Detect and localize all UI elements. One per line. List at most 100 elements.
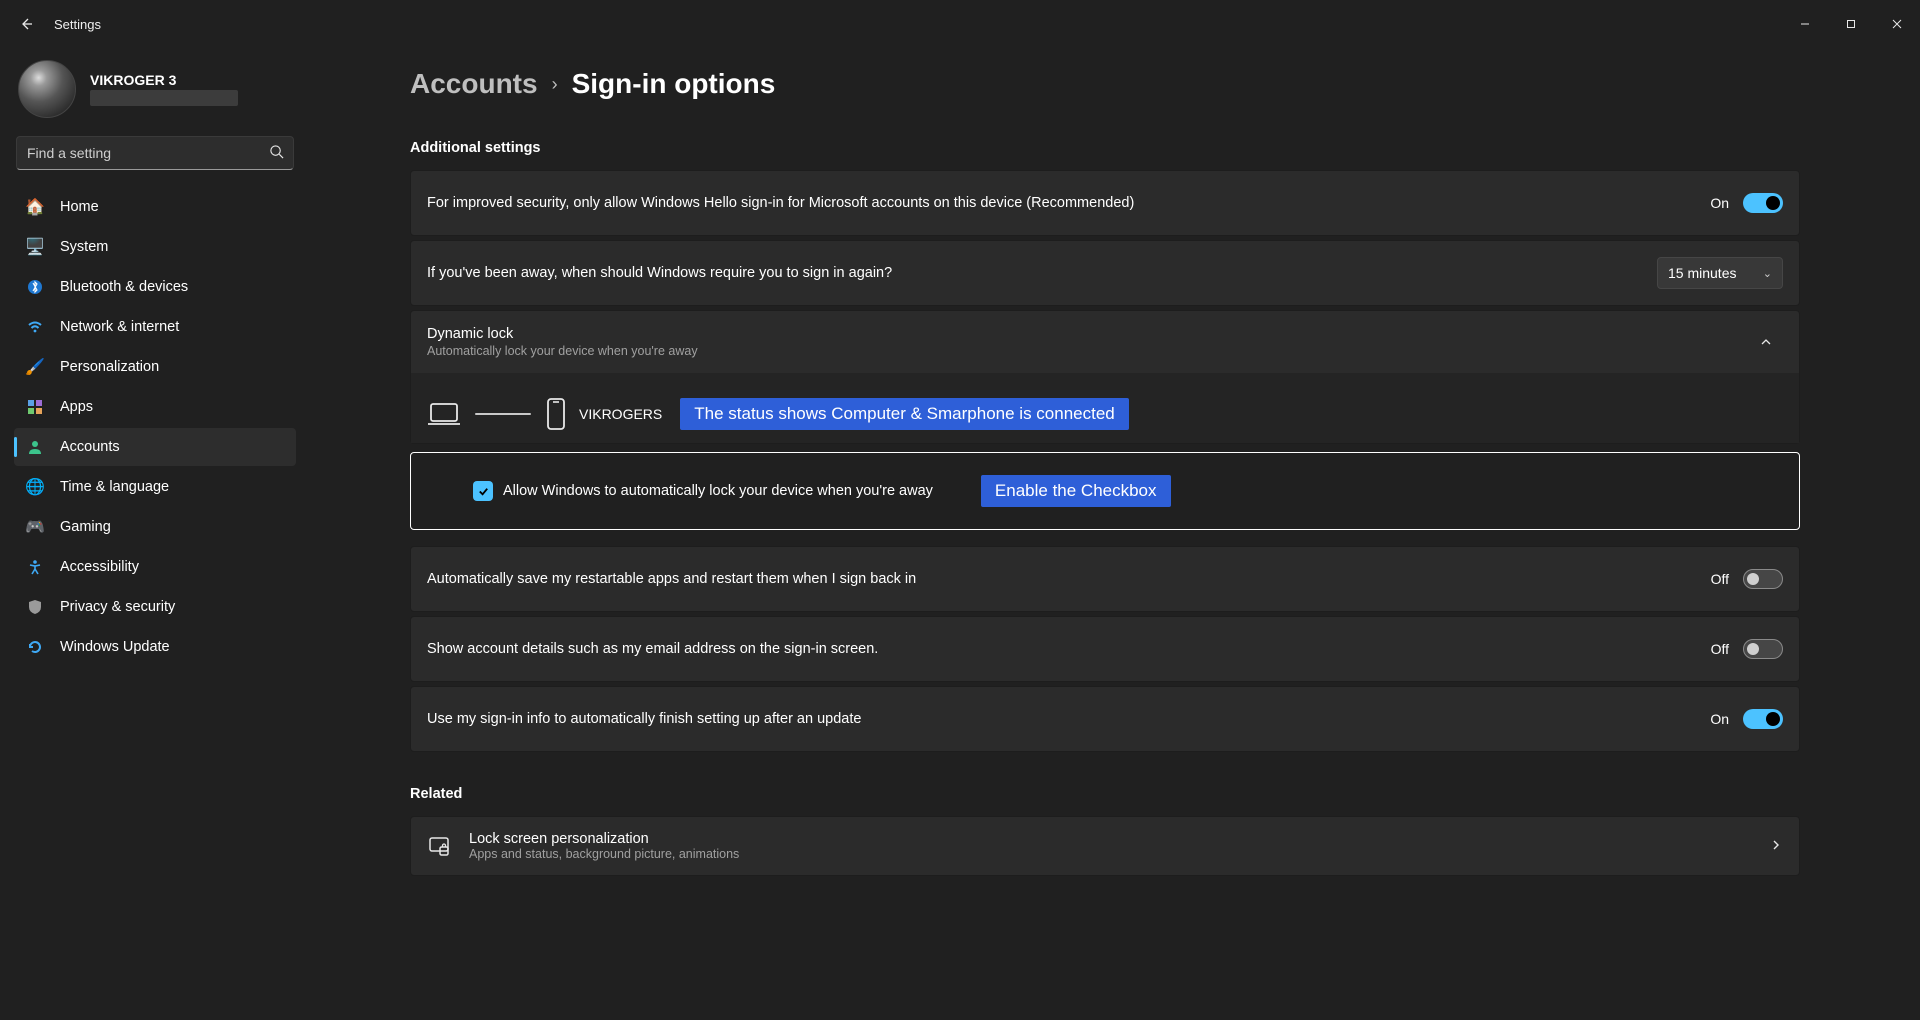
system-icon: 🖥️ [26,238,44,256]
toggle-restartable-apps[interactable] [1743,569,1783,589]
search-input[interactable] [16,136,294,170]
collapse-button[interactable] [1749,325,1783,359]
row-label: For improved security, only allow Window… [427,195,1134,211]
nav-label: Apps [60,399,93,415]
related-subtitle: Apps and status, background picture, ani… [469,847,739,861]
nav-label: Network & internet [60,319,179,335]
toggle-state: Off [1711,571,1729,587]
minimize-button[interactable] [1782,8,1828,40]
section-header-additional: Additional settings [410,140,1800,156]
row-dynamic-lock: Dynamic lock Automatically lock your dev… [410,310,1800,444]
annotation-highlight-box: Allow Windows to automatically lock your… [410,452,1800,530]
related-lock-screen[interactable]: Lock screen personalization Apps and sta… [410,816,1800,876]
toggle-state: On [1710,195,1729,211]
breadcrumb-parent[interactable]: Accounts [410,68,538,100]
main-content: Accounts › Sign-in options Additional se… [310,48,1920,1020]
nav-label: Accessibility [60,559,139,575]
breadcrumb: Accounts › Sign-in options [410,68,1800,100]
nav-accessibility[interactable]: Accessibility [14,548,296,586]
shield-icon [26,598,44,616]
toggle-account-details[interactable] [1743,639,1783,659]
search-wrap [16,136,294,170]
brush-icon: 🖌️ [26,358,44,376]
row-label: Automatically save my restartable apps a… [427,571,916,587]
nav-windows-update[interactable]: Windows Update [14,628,296,666]
sidebar: VIKROGER 3 🏠 Home 🖥️ System Bluetooth & de… [0,48,310,1020]
back-button[interactable] [6,4,46,44]
toggle-after-update[interactable] [1743,709,1783,729]
nav-system[interactable]: 🖥️ System [14,228,296,266]
checkbox-label: Allow Windows to automatically lock your… [503,483,933,499]
nav-label: Windows Update [60,639,170,655]
nav-label: Privacy & security [60,599,175,615]
dropdown-require-signin[interactable]: 15 minutes ⌄ [1657,257,1783,289]
dropdown-value: 15 minutes [1668,265,1736,281]
nav-label: Bluetooth & devices [60,279,188,295]
nav-bluetooth[interactable]: Bluetooth & devices [14,268,296,306]
dynamic-lock-status-row: VIKROGERS The status shows Computer & Sm… [411,373,1799,443]
nav-personalization[interactable]: 🖌️ Personalization [14,348,296,386]
nav-label: Time & language [60,479,169,495]
nav-apps[interactable]: Apps [14,388,296,426]
chevron-right-icon: › [552,74,558,95]
laptop-icon [427,401,461,427]
row-title: Dynamic lock [427,326,698,342]
toggle-hello-only[interactable] [1743,193,1783,213]
gamepad-icon: 🎮 [26,518,44,536]
nav-label: Home [60,199,99,215]
apps-icon [26,398,44,416]
update-icon [26,638,44,656]
avatar [18,60,76,118]
close-button[interactable] [1874,8,1920,40]
person-icon [26,438,44,456]
nav: 🏠 Home 🖥️ System Bluetooth & devices Netwo… [14,188,296,666]
globe-clock-icon: 🌐 [26,478,44,496]
accessibility-icon [26,558,44,576]
maximize-button[interactable] [1828,8,1874,40]
page-title: Sign-in options [572,68,776,100]
toggle-state: On [1710,711,1729,727]
window-controls [1782,8,1920,40]
section-header-related: Related [410,786,1800,802]
chevron-right-icon [1769,838,1783,855]
row-label: Use my sign-in info to automatically fin… [427,711,861,727]
search-icon [269,144,284,162]
toggle-state: Off [1711,641,1729,657]
bluetooth-icon [26,278,44,296]
profile-name: VIKROGER 3 [90,72,238,88]
nav-gaming[interactable]: 🎮 Gaming [14,508,296,546]
nav-home[interactable]: 🏠 Home [14,188,296,226]
profile-email-redacted [90,90,238,106]
nav-network[interactable]: Network & internet [14,308,296,346]
app-title: Settings [52,17,101,32]
nav-label: Gaming [60,519,111,535]
lock-screen-icon [427,834,451,858]
dynamic-lock-header[interactable]: Dynamic lock Automatically lock your dev… [411,311,1799,373]
chevron-down-icon: ⌄ [1763,267,1772,280]
row-require-signin: If you've been away, when should Windows… [410,240,1800,306]
nav-time-language[interactable]: 🌐 Time & language [14,468,296,506]
row-subtitle: Automatically lock your device when you'… [427,344,698,358]
row-label: If you've been away, when should Windows… [427,265,892,281]
phone-icon [545,397,567,431]
row-after-update: Use my sign-in info to automatically fin… [410,686,1800,752]
profile-block[interactable]: VIKROGER 3 [14,56,296,134]
annotation-status: The status shows Computer & Smarphone is… [680,398,1129,430]
row-restartable-apps: Automatically save my restartable apps a… [410,546,1800,612]
nav-label: Personalization [60,359,159,375]
titlebar: Settings [0,0,1920,48]
related-title: Lock screen personalization [469,831,739,847]
row-show-account-details: Show account details such as my email ad… [410,616,1800,682]
nav-label: Accounts [60,439,120,455]
connection-line-icon [475,413,531,415]
home-icon: 🏠 [26,198,44,216]
annotation-checkbox: Enable the Checkbox [981,475,1171,507]
nav-label: System [60,239,108,255]
nav-accounts[interactable]: Accounts [14,428,296,466]
checkbox-dynamic-lock[interactable] [473,481,493,501]
wifi-icon [26,318,44,336]
nav-privacy[interactable]: Privacy & security [14,588,296,626]
paired-devices: VIKROGERS [427,397,662,431]
row-hello-only: For improved security, only allow Window… [410,170,1800,236]
row-label: Show account details such as my email ad… [427,641,878,657]
